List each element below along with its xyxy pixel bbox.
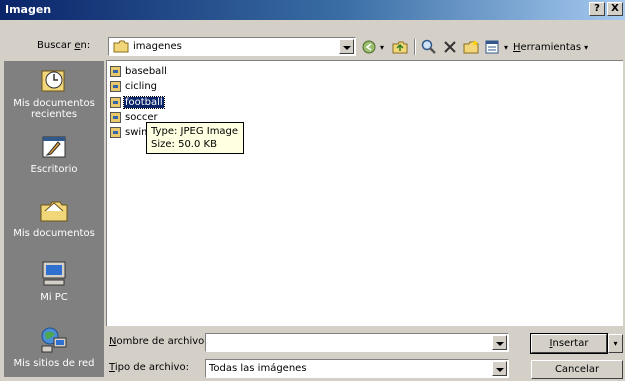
- filetype-label: Tipo de archivo:: [109, 362, 189, 373]
- filetype-value: Todas las imágenes: [209, 363, 307, 374]
- file-item-football[interactable]: football: [110, 96, 165, 109]
- file-name: cicling: [125, 81, 158, 92]
- file-name: baseball: [125, 66, 167, 77]
- tools-menu-arrow: ▾: [584, 42, 589, 52]
- place-network-label: Mis sitios de red: [13, 358, 95, 369]
- places-bar: Mis documentos recientes Escritorio Mis …: [4, 61, 104, 377]
- views-icon: [485, 40, 499, 54]
- back-history-button[interactable]: ▾: [378, 37, 386, 57]
- recent-documents-icon: [41, 70, 65, 92]
- desktop-icon: [42, 136, 66, 158]
- place-my-computer-label: Mi PC: [40, 292, 68, 303]
- tools-menu-key: H: [513, 41, 521, 53]
- insert-button[interactable]: Insertar: [530, 333, 608, 354]
- delete-icon: [444, 41, 456, 53]
- place-recent-documents[interactable]: Mis documentos recientes: [4, 65, 104, 120]
- place-desktop-label: Escritorio: [30, 164, 78, 175]
- insert-options-arrow: ▾: [613, 339, 618, 348]
- lookin-label-text: Buscar: [37, 40, 75, 51]
- delete-button[interactable]: [441, 37, 459, 57]
- network-places-icon: [41, 327, 67, 353]
- title-bar[interactable]: Imagen ? X: [0, 0, 625, 20]
- filetype-label-text: ipo de archivo:: [114, 362, 189, 373]
- filename-field[interactable]: [205, 333, 509, 352]
- lookin-label-tail: n:: [80, 40, 91, 51]
- filename-label-text: ombre de archivo:: [116, 336, 208, 347]
- place-my-computer[interactable]: Mi PC: [4, 259, 104, 303]
- toolbar-separator: [414, 39, 416, 55]
- filetype-dropdown-button[interactable]: [492, 361, 507, 376]
- back-button[interactable]: [361, 37, 377, 57]
- filename-dropdown-button[interactable]: [492, 335, 507, 350]
- dialog-title: Imagen: [5, 3, 52, 16]
- file-item-cicling[interactable]: cicling: [110, 80, 158, 93]
- jpeg-file-icon: [110, 97, 121, 108]
- up-folder-button[interactable]: [391, 37, 409, 57]
- new-folder-icon: [463, 40, 479, 54]
- place-my-documents-label: Mis documentos: [13, 228, 95, 239]
- insert-picture-dialog: Imagen ? X Buscar en: imagenes ▾ ▾ Herra…: [0, 0, 625, 381]
- new-folder-button[interactable]: [462, 37, 480, 57]
- filename-label: Nombre de archivo:: [109, 336, 208, 347]
- insert-options-button[interactable]: ▾: [608, 334, 623, 353]
- jpeg-file-icon: [110, 81, 121, 92]
- tooltip-type: Type: JPEG Image: [151, 126, 239, 137]
- lookin-combo[interactable]: imagenes: [108, 37, 356, 56]
- lookin-label: Buscar en:: [37, 40, 90, 51]
- jpeg-file-icon: [110, 66, 121, 77]
- back-history-arrow: ▾: [379, 42, 384, 52]
- place-recent-label: Mis documentos recientes: [13, 98, 95, 120]
- views-button[interactable]: [483, 37, 501, 57]
- back-icon: [362, 40, 376, 54]
- file-info-tooltip: Type: JPEG Image Size: 50.0 KB: [146, 122, 244, 154]
- tools-menu-label: erramientas: [520, 41, 582, 53]
- tooltip-size: Size: 50.0 KB: [151, 139, 217, 150]
- close-button[interactable]: X: [607, 2, 623, 16]
- views-dropdown-button[interactable]: ▾: [502, 37, 510, 57]
- search-web-icon: [421, 39, 436, 54]
- lookin-dropdown-button[interactable]: [339, 39, 354, 54]
- place-network-places[interactable]: Mis sitios de red: [4, 325, 104, 369]
- search-web-button[interactable]: [420, 37, 438, 57]
- cancel-button[interactable]: Cancelar: [531, 360, 623, 379]
- insert-button-label: nsertar: [552, 338, 589, 349]
- help-button[interactable]: ?: [589, 2, 605, 16]
- folder-icon: [113, 40, 129, 53]
- place-my-documents[interactable]: Mis documentos: [4, 195, 104, 239]
- tools-menu-button[interactable]: Herramientas ▾: [513, 37, 595, 57]
- place-desktop[interactable]: Escritorio: [4, 131, 104, 175]
- jpeg-file-icon: [110, 112, 121, 123]
- file-item-baseball[interactable]: baseball: [110, 65, 168, 78]
- up-folder-icon: [392, 41, 408, 54]
- my-documents-icon: [40, 201, 68, 222]
- file-list[interactable]: baseball cicling football soccer swim: [106, 60, 623, 326]
- lookin-value: imagenes: [133, 41, 182, 52]
- views-dropdown-arrow: ▾: [503, 42, 508, 52]
- jpeg-file-icon: [110, 127, 121, 138]
- filetype-select[interactable]: Todas las imágenes: [205, 359, 509, 378]
- file-name-selected: football: [123, 96, 165, 109]
- my-computer-icon: [42, 261, 66, 286]
